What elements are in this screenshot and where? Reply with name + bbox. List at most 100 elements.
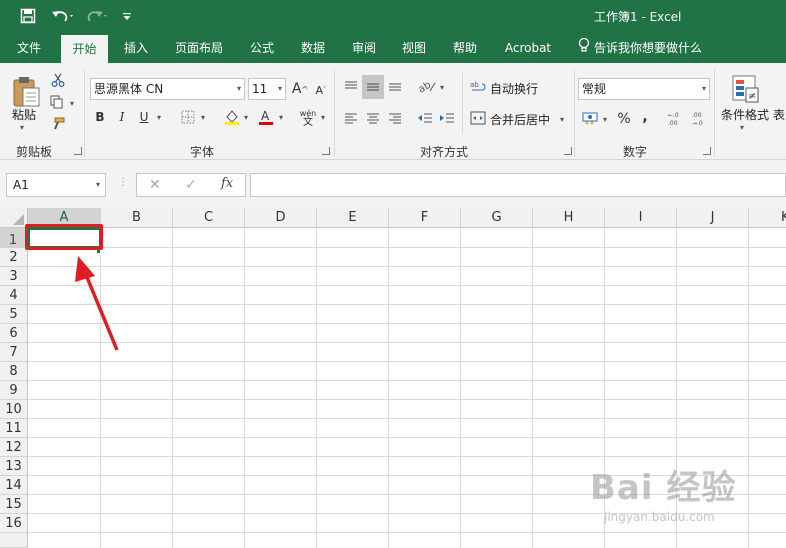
- align-middle-icon[interactable]: [362, 75, 384, 99]
- underline-button[interactable]: U: [136, 107, 152, 127]
- formula-bar-grip-icon[interactable]: ⋮: [118, 177, 128, 188]
- row-header-3[interactable]: 3: [0, 267, 28, 286]
- insert-function-button[interactable]: fx: [221, 176, 233, 191]
- decrease-decimal-icon[interactable]: .00 →.0: [689, 107, 709, 129]
- font-name-dropdown[interactable]: 思源黑体 CN ▾: [90, 78, 245, 100]
- format-painter-icon[interactable]: [48, 115, 68, 133]
- fill-color-dropdown-arrow[interactable]: ▾: [244, 113, 248, 122]
- wrap-text-button[interactable]: ab 自动换行: [470, 78, 538, 98]
- paste-dropdown-arrow[interactable]: ▾: [20, 123, 24, 132]
- row-header-13[interactable]: 13: [0, 457, 28, 476]
- font-launcher-icon[interactable]: [322, 147, 330, 155]
- number-format-dropdown[interactable]: 常规 ▾: [578, 78, 710, 100]
- underline-dropdown-arrow[interactable]: ▾: [157, 113, 161, 122]
- align-center-icon[interactable]: [365, 109, 381, 127]
- conditional-formatting-icon[interactable]: ≠: [728, 71, 762, 107]
- undo-icon[interactable]: [48, 6, 78, 26]
- tell-me-box[interactable]: 告诉我你想要做什么: [578, 33, 702, 63]
- column-header-G[interactable]: G: [461, 208, 533, 228]
- formula-input[interactable]: [250, 173, 786, 197]
- row-header-8[interactable]: 8: [0, 362, 28, 381]
- column-header-B[interactable]: B: [101, 208, 173, 228]
- column-header-H[interactable]: H: [533, 208, 605, 228]
- paste-button-label[interactable]: 粘贴: [12, 106, 36, 123]
- column-header-J[interactable]: J: [677, 208, 749, 228]
- row-header-5[interactable]: 5: [0, 305, 28, 324]
- row-header-7[interactable]: 7: [0, 343, 28, 362]
- italic-button[interactable]: I: [114, 107, 130, 127]
- accounting-format-icon[interactable]: [580, 109, 600, 127]
- enter-icon[interactable]: ✓: [185, 177, 197, 193]
- conditional-formatting-label[interactable]: 条件格式: [721, 106, 769, 123]
- customize-qat-icon[interactable]: [118, 6, 136, 26]
- alignment-launcher-icon[interactable]: [564, 147, 572, 155]
- align-left-icon[interactable]: [343, 109, 359, 127]
- format-as-table-label[interactable]: 表: [773, 106, 785, 123]
- comma-button[interactable]: ,: [638, 107, 652, 127]
- row-header-10[interactable]: 10: [0, 400, 28, 419]
- align-top-icon[interactable]: [342, 77, 360, 95]
- font-color-dropdown-arrow[interactable]: ▾: [279, 113, 283, 122]
- conditional-formatting-dropdown-arrow[interactable]: ▾: [740, 123, 744, 132]
- orientation-dropdown-arrow[interactable]: ▾: [440, 83, 444, 92]
- increase-font-size-icon[interactable]: A ^: [291, 79, 309, 99]
- borders-icon[interactable]: [178, 107, 198, 127]
- redo-icon[interactable]: [82, 6, 112, 26]
- tab-review[interactable]: 审阅: [342, 33, 386, 63]
- increase-indent-icon[interactable]: [438, 109, 456, 127]
- row-header-12[interactable]: 12: [0, 438, 28, 457]
- row-header-1[interactable]: 1: [0, 228, 28, 248]
- column-header-E[interactable]: E: [317, 208, 389, 228]
- accounting-dropdown-arrow[interactable]: ▾: [603, 115, 607, 124]
- name-box[interactable]: A1 ▾: [6, 173, 106, 197]
- clipboard-launcher-icon[interactable]: [74, 147, 82, 155]
- orientation-icon[interactable]: ab: [416, 77, 438, 95]
- row-header-16[interactable]: 16: [0, 514, 28, 533]
- percent-button[interactable]: %: [615, 109, 633, 129]
- row-header-4[interactable]: 4: [0, 286, 28, 305]
- tab-help[interactable]: 帮助: [443, 33, 487, 63]
- align-right-icon[interactable]: [387, 109, 403, 127]
- tab-home[interactable]: 开始: [61, 35, 108, 63]
- decrease-font-size-icon[interactable]: Aˇ: [313, 81, 329, 99]
- copy-icon[interactable]: [46, 93, 68, 111]
- column-header-C[interactable]: C: [173, 208, 245, 228]
- row-header-2[interactable]: 2: [0, 248, 28, 267]
- tab-file[interactable]: 文件: [6, 33, 52, 63]
- bold-button[interactable]: B: [92, 107, 108, 127]
- font-size-dropdown[interactable]: 11 ▾: [248, 78, 286, 100]
- tab-view[interactable]: 视图: [392, 33, 436, 63]
- row-header-9[interactable]: 9: [0, 381, 28, 400]
- tab-data[interactable]: 数据: [291, 33, 335, 63]
- select-all-button[interactable]: [0, 208, 28, 228]
- fill-color-icon[interactable]: [222, 107, 242, 127]
- row-header-14[interactable]: 14: [0, 476, 28, 495]
- worksheet-grid[interactable]: A B C D E F G H I J K 1 2 3 4 5 6 7 8 9 …: [0, 208, 786, 548]
- column-header-K[interactable]: K: [749, 208, 786, 228]
- row-header-15[interactable]: 15: [0, 495, 28, 514]
- tab-formulas[interactable]: 公式: [240, 33, 284, 63]
- phonetic-guide-icon[interactable]: wén 文: [298, 107, 318, 129]
- tab-page-layout[interactable]: 页面布局: [166, 33, 232, 63]
- align-bottom-icon[interactable]: [386, 77, 404, 95]
- paste-icon[interactable]: [8, 71, 44, 111]
- tab-acrobat[interactable]: Acrobat: [500, 33, 556, 63]
- font-color-icon[interactable]: A: [256, 107, 276, 127]
- cancel-icon[interactable]: ✕: [149, 177, 161, 193]
- copy-dropdown-arrow[interactable]: ▾: [70, 99, 74, 108]
- tab-insert[interactable]: 插入: [114, 33, 158, 63]
- merge-center-button[interactable]: 合并后居中 ▾: [470, 109, 564, 129]
- borders-dropdown-arrow[interactable]: ▾: [201, 113, 205, 122]
- decrease-indent-icon[interactable]: [416, 109, 434, 127]
- number-launcher-icon[interactable]: [703, 147, 711, 155]
- phonetic-dropdown-arrow[interactable]: ▾: [321, 113, 325, 122]
- column-header-F[interactable]: F: [389, 208, 461, 228]
- column-header-D[interactable]: D: [245, 208, 317, 228]
- row-header-6[interactable]: 6: [0, 324, 28, 343]
- cut-icon[interactable]: [48, 71, 68, 89]
- column-header-I[interactable]: I: [605, 208, 677, 228]
- increase-decimal-icon[interactable]: ←.0.00: [665, 107, 685, 129]
- row-header-17[interactable]: [0, 533, 28, 548]
- row-header-11[interactable]: 11: [0, 419, 28, 438]
- save-icon[interactable]: [16, 6, 40, 26]
